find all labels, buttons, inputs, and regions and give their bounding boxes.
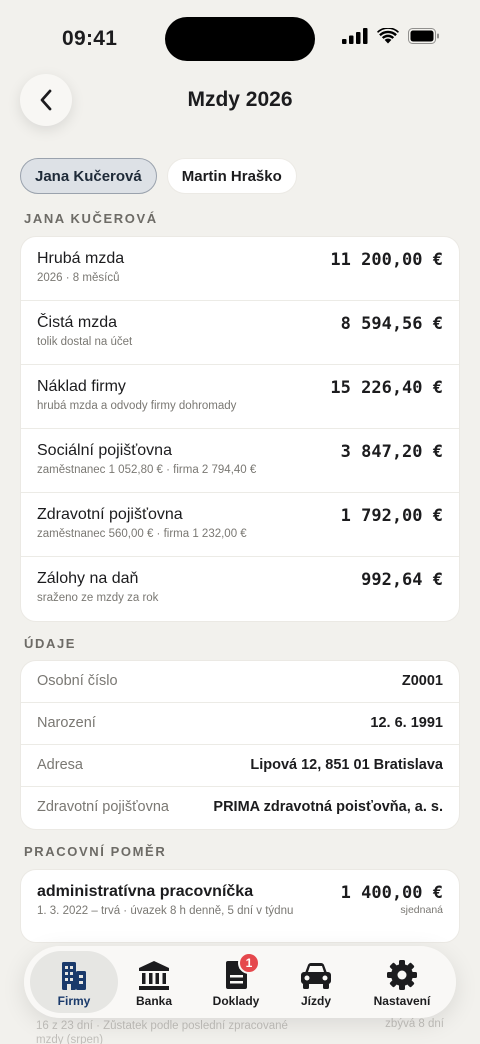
detail-label: Narození xyxy=(37,715,96,731)
row-subtitle: 2026 · 8 měsíců xyxy=(37,272,120,284)
job-terms: 1. 3. 2022 – trvá · úvazek 8 h denně, 5 … xyxy=(37,905,294,917)
tab-label: Nastavení xyxy=(373,994,431,1008)
detail-row-address: Adresa Lipová 12, 851 01 Bratislava xyxy=(21,745,459,787)
document-icon: 1 xyxy=(224,952,260,990)
tab-firmy[interactable]: Firmy xyxy=(30,951,118,1013)
employee-chip-jana[interactable]: Jana Kučerová xyxy=(20,158,157,194)
tab-doklady[interactable]: 1 Doklady xyxy=(200,951,272,1013)
row-value: 8 594,56 € xyxy=(340,314,443,334)
detail-value: 12. 6. 1991 xyxy=(370,715,443,731)
status-bar: 09:41 xyxy=(0,0,480,78)
job-salary-note: sjednaná xyxy=(400,904,443,916)
detail-label: Osobní číslo xyxy=(37,673,118,689)
bank-icon xyxy=(138,958,170,990)
section-label-employee: JANA KUČEROVÁ xyxy=(24,211,158,226)
obscured-text: zbývá 8 dní xyxy=(385,1018,444,1030)
section-label-details: ÚDAJE xyxy=(24,636,77,651)
row-subtitle: zaměstnanec 560,00 € · firma 1 232,00 € xyxy=(37,528,247,540)
detail-label: Adresa xyxy=(37,757,83,773)
job-position: administratívna pracovníčka xyxy=(37,883,254,900)
page-title: Mzdy 2026 xyxy=(187,88,293,111)
row-subtitle: tolik dostal na účet xyxy=(37,336,133,348)
tab-label: Jízdy xyxy=(300,994,331,1008)
car-icon xyxy=(299,958,333,990)
tab-label: Doklady xyxy=(212,994,260,1008)
obscured-text: 16 z 23 dní · Zůstatek podle poslední zp… xyxy=(36,1020,288,1032)
detail-row-personal-number: Osobní číslo Z0001 xyxy=(21,661,459,703)
employee-selector: Jana Kučerová Martin Hraško xyxy=(20,158,297,194)
row-title: Zálohy na daň xyxy=(37,570,139,587)
detail-row-health-insurer: Zdravotní pojišťovna PRIMA zdravotná poi… xyxy=(21,787,459,829)
tab-bar: Firmy Banka 1 Doklady Jízdy Nastavení xyxy=(24,946,456,1018)
summary-row-net[interactable]: Čistá mzda tolik dostal na účet 8 594,56… xyxy=(21,301,459,365)
row-value: 11 200,00 € xyxy=(330,250,443,270)
notification-badge: 1 xyxy=(238,952,260,974)
summary-row-social-insurance[interactable]: Sociální pojišťovna zaměstnanec 1 052,80… xyxy=(21,429,459,493)
job-salary: 1 400,00 € xyxy=(340,883,443,903)
tab-label: Banka xyxy=(135,994,173,1008)
tab-label: Firmy xyxy=(57,994,91,1008)
building-icon xyxy=(61,958,87,990)
row-value: 992,64 € xyxy=(361,570,443,590)
tab-nastaveni[interactable]: Nastavení xyxy=(360,951,444,1013)
status-icons xyxy=(342,28,440,44)
detail-label: Zdravotní pojišťovna xyxy=(37,799,169,815)
row-subtitle: hrubá mzda a odvody firmy dohromady xyxy=(37,400,237,412)
signal-icon xyxy=(342,28,368,44)
employee-chip-martin[interactable]: Martin Hraško xyxy=(166,158,297,194)
summary-row-gross[interactable]: Hrubá mzda 2026 · 8 měsíců 11 200,00 € xyxy=(21,237,459,301)
summary-card: Hrubá mzda 2026 · 8 měsíců 11 200,00 € Č… xyxy=(20,236,460,622)
row-title: Náklad firmy xyxy=(37,378,126,395)
row-title: Zdravotní pojišťovna xyxy=(37,506,183,523)
detail-value: Z0001 xyxy=(401,673,443,689)
employment-card[interactable]: administratívna pracovníčka 1. 3. 2022 –… xyxy=(20,869,460,943)
status-time: 09:41 xyxy=(62,27,118,50)
row-title: Hrubá mzda xyxy=(37,250,125,267)
row-value: 1 792,00 € xyxy=(340,506,443,526)
gear-icon xyxy=(387,958,417,990)
tab-banka[interactable]: Banka xyxy=(120,951,188,1013)
dynamic-island xyxy=(165,17,315,61)
summary-row-tax-advances[interactable]: Zálohy na daň sraženo ze mzdy za rok 992… xyxy=(21,557,459,621)
row-subtitle: sraženo ze mzdy za rok xyxy=(37,592,159,604)
summary-row-health-insurance[interactable]: Zdravotní pojišťovna zaměstnanec 560,00 … xyxy=(21,493,459,557)
section-label-employment: PRACOVNÍ POMĚR xyxy=(24,844,167,859)
summary-row-company-cost[interactable]: Náklad firmy hrubá mzda a odvody firmy d… xyxy=(21,365,459,429)
wifi-icon xyxy=(377,28,399,44)
details-card: Osobní číslo Z0001 Narození 12. 6. 1991 … xyxy=(20,660,460,830)
row-title: Čistá mzda xyxy=(37,314,118,331)
detail-value: Lipová 12, 851 01 Bratislava xyxy=(250,757,443,773)
row-value: 3 847,20 € xyxy=(340,442,443,462)
detail-value: PRIMA zdravotná poisťovňa, a. s. xyxy=(213,799,443,815)
row-value: 15 226,40 € xyxy=(330,378,443,398)
row-subtitle: zaměstnanec 1 052,80 € · firma 2 794,40 … xyxy=(37,464,257,476)
row-title: Sociální pojišťovna xyxy=(37,442,172,459)
obscured-text: mzdy (srpen) xyxy=(36,1034,104,1044)
battery-icon xyxy=(408,28,439,44)
tab-jizdy[interactable]: Jízdy xyxy=(284,951,348,1013)
detail-row-birth-date: Narození 12. 6. 1991 xyxy=(21,703,459,745)
